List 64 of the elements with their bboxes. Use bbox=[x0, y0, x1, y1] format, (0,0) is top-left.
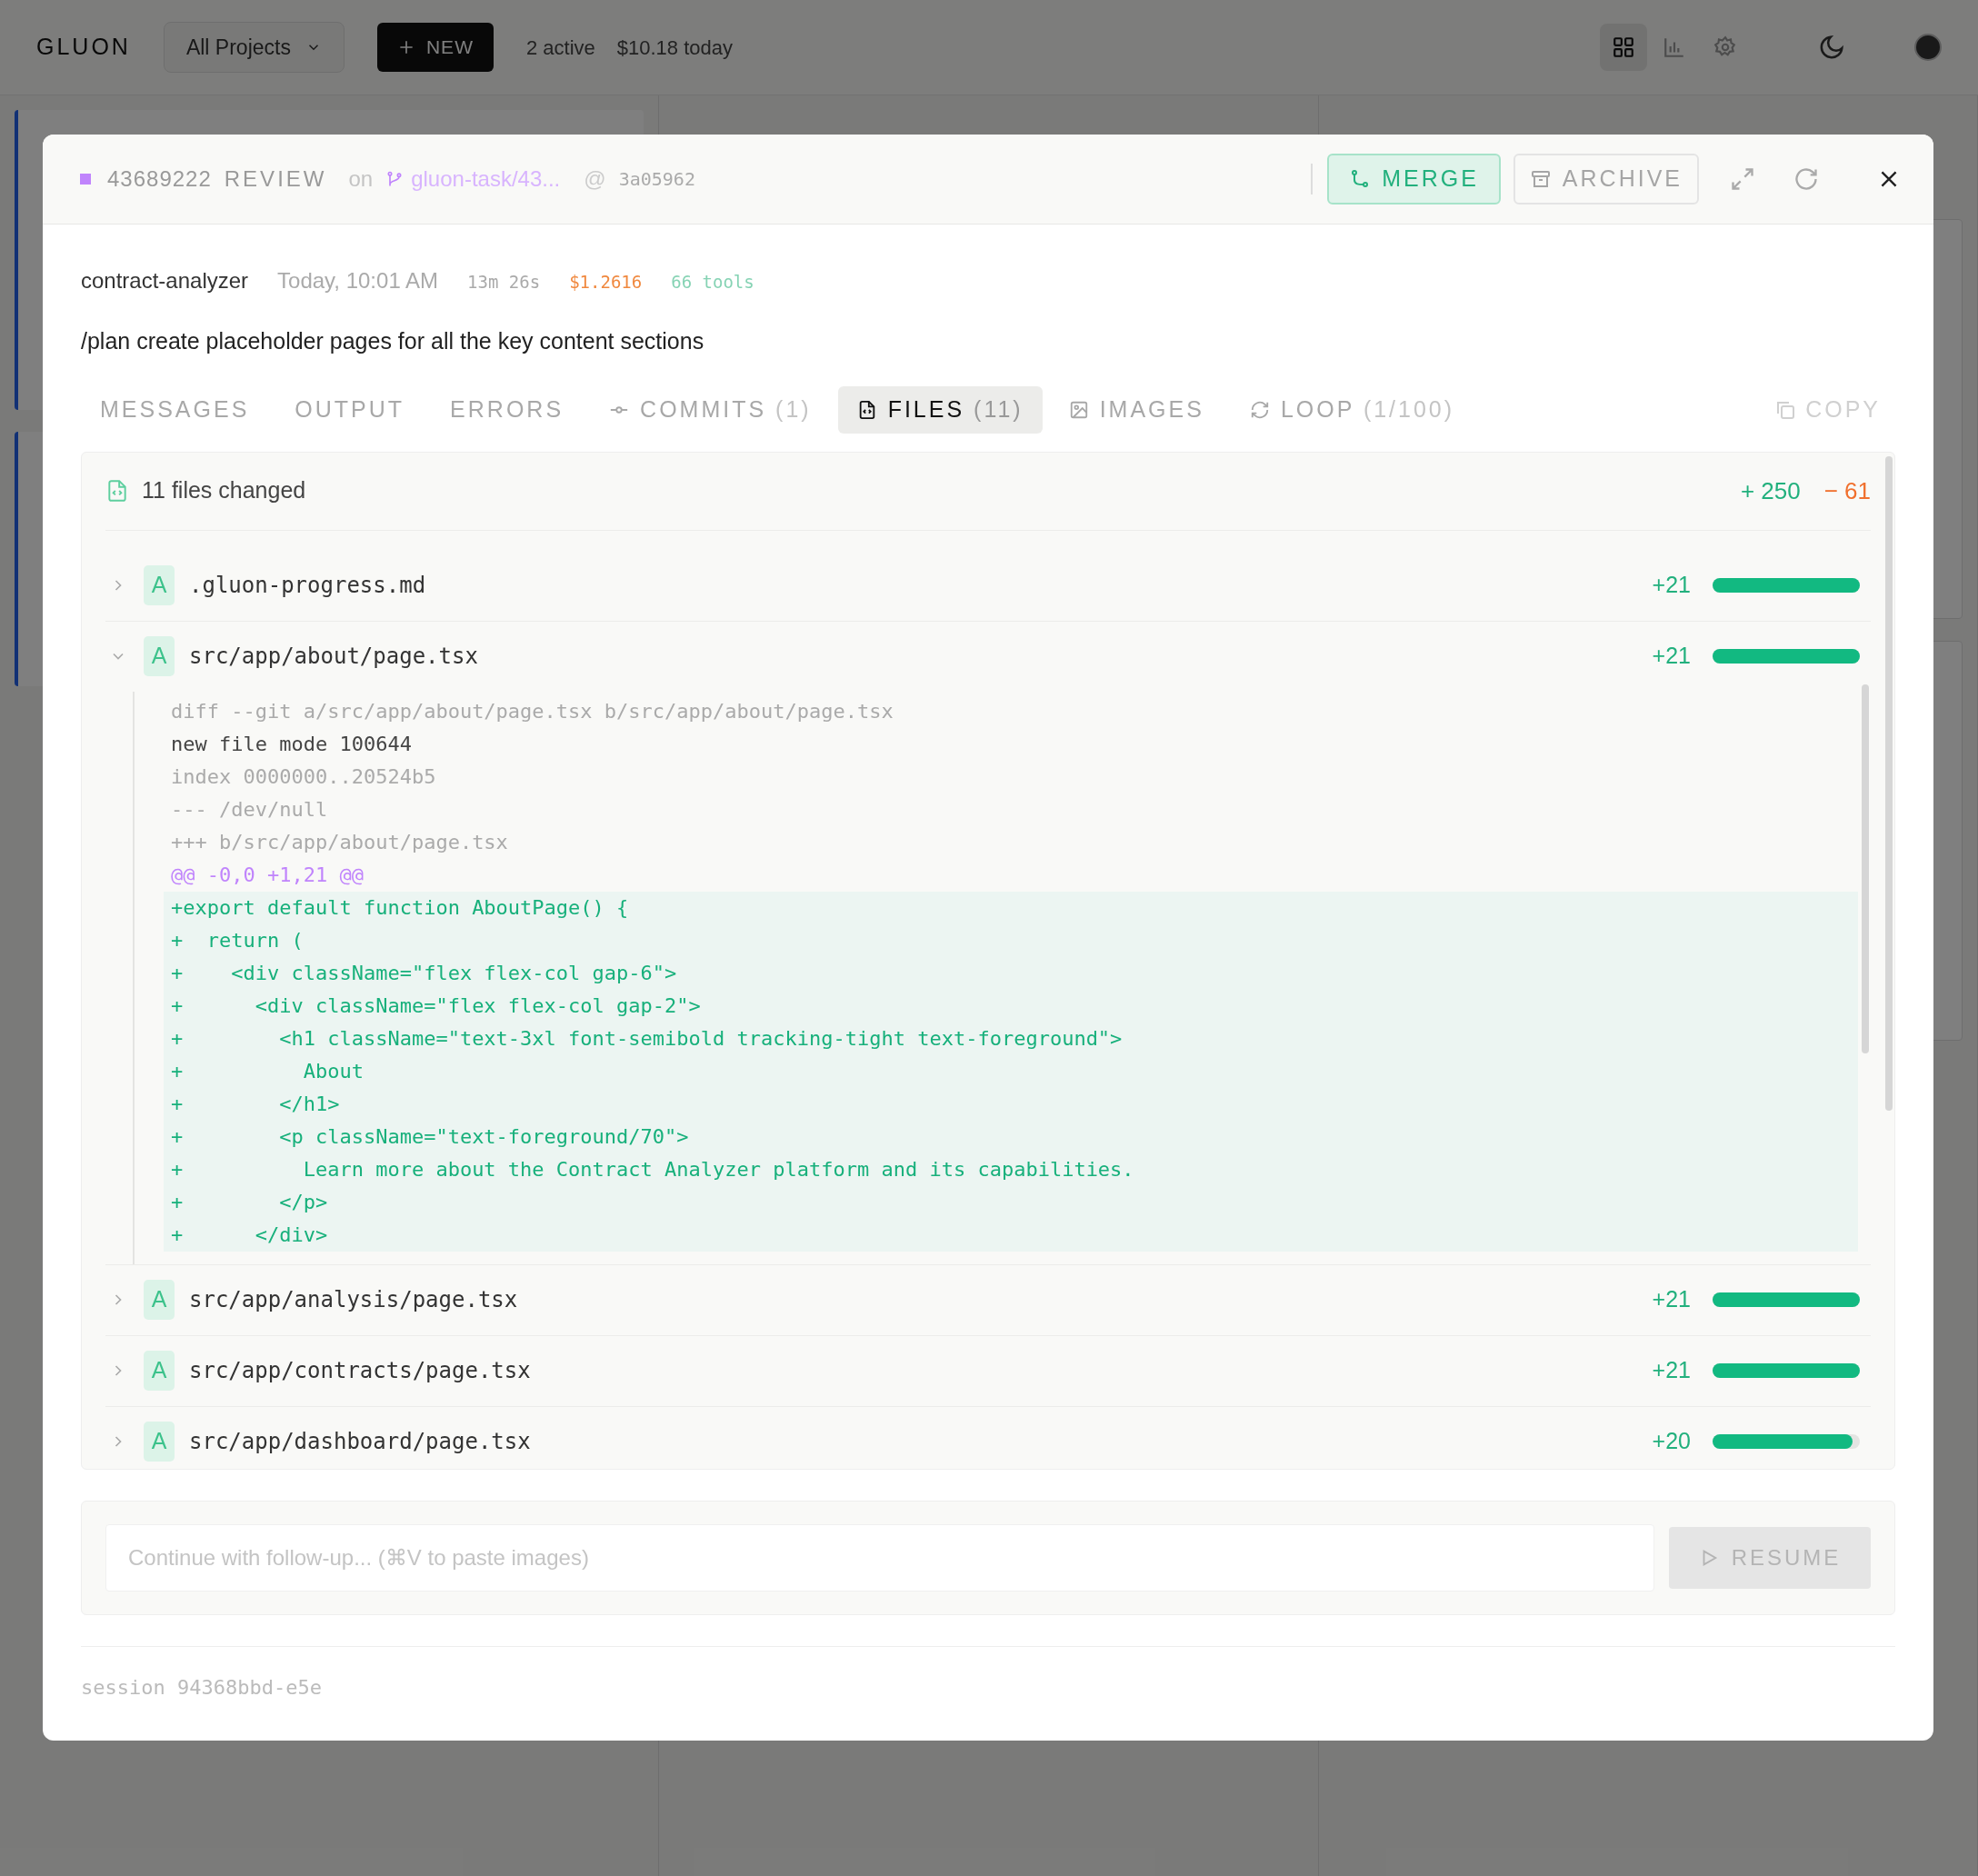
avatar[interactable] bbox=[1914, 34, 1942, 61]
file-path[interactable]: .gluon-progress.md bbox=[189, 569, 426, 602]
added-total: + 250 bbox=[1740, 475, 1801, 506]
scrollbar[interactable] bbox=[1885, 455, 1893, 1111]
tab[interactable]: LOOP (1/100) bbox=[1230, 385, 1474, 434]
task-status: REVIEW bbox=[224, 165, 327, 193]
app-logo: GLUON bbox=[36, 33, 131, 62]
diff-line: --- /dev/null bbox=[170, 796, 329, 823]
file-path[interactable]: src/app/about/page.tsx bbox=[189, 640, 478, 673]
line-count: +21 bbox=[1652, 571, 1691, 600]
run-cost: $1.2616 bbox=[569, 271, 643, 294]
files-changed-label: 11 files changed bbox=[142, 476, 306, 505]
tab[interactable]: OUTPUT bbox=[275, 385, 425, 434]
duration: 13m 26s bbox=[467, 271, 541, 294]
diff-line: diff --git a/src/app/about/page.tsx b/src/app/about/page.tsx bbox=[170, 698, 894, 724]
at-sign: @ bbox=[584, 165, 606, 193]
bar-chart-icon bbox=[1663, 35, 1686, 59]
task-id: 43689222 bbox=[107, 165, 212, 193]
project-name: contract-analyzer bbox=[81, 267, 249, 294]
new-button[interactable]: NEW bbox=[376, 23, 494, 72]
file-path[interactable]: src/app/dashboard/page.tsx bbox=[189, 1425, 531, 1458]
tab[interactable]: ERRORS bbox=[431, 385, 584, 434]
tab[interactable]: FILES (11) bbox=[837, 385, 1043, 434]
status-badge: A bbox=[144, 1422, 175, 1462]
grid-icon bbox=[1612, 35, 1635, 59]
diff-line: new file mode 100644 bbox=[170, 731, 413, 757]
scrollbar[interactable] bbox=[1862, 684, 1869, 1053]
diff-line: @@ -0,0 +1,21 @@ bbox=[170, 862, 365, 888]
status-badge: A bbox=[144, 636, 175, 676]
followup-input[interactable]: Continue with follow-up... (⌘V to paste images) bbox=[105, 1523, 1654, 1592]
diff-line: +++ b/src/app/about/page.tsx bbox=[170, 829, 509, 855]
line-count: +21 bbox=[1652, 642, 1691, 671]
session-id: session 94368bbd-e5e bbox=[81, 1675, 322, 1699]
active-count: 2 active bbox=[525, 35, 595, 61]
line-count: +21 bbox=[1652, 1285, 1691, 1314]
moon-icon[interactable] bbox=[1818, 34, 1845, 61]
branch-link[interactable]: gluon-task/43... bbox=[411, 163, 561, 195]
refresh-icon bbox=[1249, 399, 1270, 420]
prompt-text: /plan create placeholder pages for all the key content sections bbox=[81, 327, 705, 355]
file-path[interactable]: src/app/contracts/page.tsx bbox=[189, 1354, 531, 1387]
tab[interactable]: IMAGES bbox=[1049, 385, 1224, 434]
file-code-icon bbox=[105, 479, 129, 503]
diff-line: index 0000000..20524b5 bbox=[170, 763, 437, 790]
line-count: +20 bbox=[1652, 1427, 1691, 1456]
line-count: +21 bbox=[1652, 1356, 1691, 1385]
file-path[interactable]: src/app/analysis/page.tsx bbox=[189, 1283, 518, 1316]
daily-cost: $10.18 today bbox=[616, 35, 733, 61]
image-icon bbox=[1068, 399, 1089, 420]
refresh-icon[interactable] bbox=[1793, 166, 1819, 192]
commit-hash: 3a05962 bbox=[618, 167, 695, 192]
expand-icon[interactable] bbox=[1730, 166, 1755, 192]
removed-total: − 61 bbox=[1823, 475, 1871, 506]
run-time: Today, 10:01 AM bbox=[277, 267, 439, 294]
status-badge: A bbox=[144, 1280, 175, 1320]
status-badge: A bbox=[144, 1351, 175, 1391]
tab[interactable]: MESSAGES bbox=[81, 385, 269, 434]
merge-button[interactable]: MERGE bbox=[1327, 154, 1501, 205]
status-badge: A bbox=[144, 565, 175, 605]
tab[interactable]: COMMITS (1) bbox=[590, 385, 831, 434]
archive-icon bbox=[1529, 168, 1552, 190]
view-toggle[interactable] bbox=[1600, 24, 1647, 71]
tool-count: 66 tools bbox=[671, 271, 754, 294]
archive-button[interactable]: ARCHIVE bbox=[1513, 154, 1699, 205]
project-select[interactable]: All Projects bbox=[163, 22, 345, 73]
